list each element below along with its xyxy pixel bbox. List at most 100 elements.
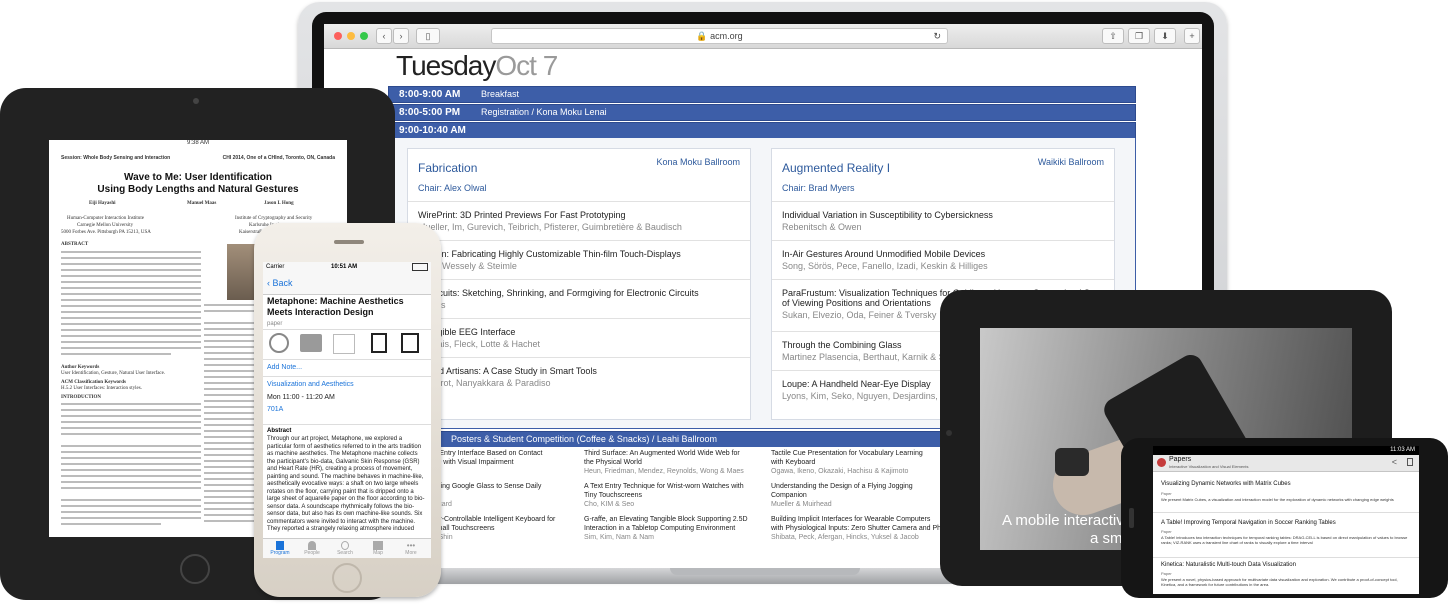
item-description: We present Matrix Cubes, a visualization… [1161, 497, 1394, 502]
minimize-window-button[interactable] [347, 32, 355, 40]
poster-title: Using Google Glass to Sense Daily [432, 483, 542, 490]
download-icon[interactable]: ⬇ [1154, 28, 1176, 44]
reload-icon[interactable]: ↻ [933, 29, 941, 43]
paper-title: Screen: Fabricating Highly Customizable … [418, 249, 681, 259]
pdf-text-line [204, 460, 259, 462]
address-bar[interactable]: 🔒 acm.org ↻ [491, 28, 948, 44]
add-note-row[interactable]: Add Note... [263, 359, 431, 377]
poster-item[interactable]: ser-Controllable Intelligent Keyboard fo… [432, 515, 572, 548]
pdf-keywords: User Identification, Gesture, Natural Us… [61, 371, 166, 376]
pdf-text-line [61, 523, 161, 525]
paper-item[interactable]: In-Air Gestures Around Unmodified Mobile… [772, 240, 1114, 279]
schedule-band-breakfast[interactable]: 8:00-9:00 AM Breakfast [388, 86, 1136, 103]
poster-title-cont: with Keyboard [771, 459, 816, 466]
pdf-text-line [204, 502, 259, 504]
list-item[interactable]: Visualizing Dynamic Networks with Matrix… [1153, 472, 1419, 513]
poster-item[interactable]: Building Implicit Interfaces for Wearabl… [771, 515, 951, 557]
poster-item[interactable]: A Text Entry Technique for Wrist-worn Wa… [584, 482, 760, 515]
tabs-icon[interactable]: ❐ [1128, 28, 1150, 44]
session-card-fabrication[interactable]: Fabrication Kona Moku Ballroom Chair: Al… [407, 148, 751, 420]
pdf-section-heading: INTRODUCTION [61, 395, 102, 400]
android-action-bar: Papers Interactive Visualization and Vis… [1153, 455, 1419, 472]
video-caption-line1: A mobile interactive [1002, 512, 1133, 529]
schedule-band-registration[interactable]: 8:00-5:00 PM Registration / Kona Moku Len… [388, 104, 1136, 121]
paper-authors: , Shikrot, Nanyakkara & Paradiso [418, 378, 551, 388]
share-icon[interactable]: ⇧ [1102, 28, 1124, 44]
ios-status-bar: Carrier 10:51 AM [263, 262, 431, 274]
carrier-label: Carrier [266, 264, 285, 270]
poster-title: Understanding the Design of a Flying Jog… [771, 483, 913, 490]
pdf-text-line [204, 418, 259, 420]
poster-item[interactable]: G-raffe, an Elevating Tangible Block Sup… [584, 515, 760, 548]
new-tab-icon[interactable]: + [1184, 28, 1200, 44]
item-type: Paper [1161, 491, 1172, 496]
app-logo-icon[interactable] [1157, 458, 1166, 467]
pdf-text-line [204, 370, 259, 372]
session-room[interactable]: Kona Moku Ballroom [656, 157, 740, 167]
poster-column: xt Entry Interface Based on Contact ble w… [432, 449, 572, 548]
paper-title: WirePrint: 3D Printed Previews For Fast … [418, 210, 626, 220]
room-link[interactable]: 701A [267, 406, 283, 413]
poster-item[interactable]: Tactile Cue Presentation for Vocabulary … [771, 449, 951, 482]
poster-authors: Sim, Kim, Nam & Nam [584, 534, 655, 541]
forward-icon[interactable]: › [393, 28, 409, 44]
sidebar-icon[interactable]: ▯ [416, 28, 440, 44]
pdf-title-line2: Using Body Lengths and Natural Gestures [97, 184, 299, 195]
paper-item[interactable]: : Tangible EEG Interface Gervais, Fleck, … [408, 318, 750, 357]
paper-item[interactable]: WirePrint: 3D Printed Previews For Fast … [408, 201, 750, 240]
paper-item[interactable]: Hybrid Artisans: A Case Study in Smart T… [408, 357, 750, 396]
paper-item[interactable]: Individual Variation in Susceptibility t… [772, 201, 1114, 240]
share-icon[interactable]: < [1392, 457, 1397, 467]
session-chair[interactable]: Chair: Brad Myers [782, 183, 855, 193]
document-icon[interactable] [371, 333, 387, 353]
lock-icon: 🔒 [696, 31, 708, 41]
pdf-affiliation: Carnegie Mellon University [77, 223, 134, 228]
schedule-band-session[interactable]: 9:00-10:40 AM [388, 122, 1136, 139]
ios-nav-bar: ‹ Back [263, 274, 431, 295]
close-window-button[interactable] [334, 32, 342, 40]
list-item[interactable]: Kinetica: Naturalistic Multi-touch Data … [1153, 558, 1419, 594]
poster-item[interactable]: Understanding the Design of a Flying Jog… [771, 482, 951, 515]
film-icon[interactable] [401, 333, 419, 353]
paper-item[interactable]: kyCircuits: Sketching, Shrinking, and Fo… [408, 279, 750, 318]
inbox-icon[interactable] [300, 334, 322, 352]
tab-search[interactable]: Search [333, 541, 357, 556]
poster-item[interactable]: xt Entry Interface Based on Contact ble w… [432, 449, 572, 482]
map-icon [373, 541, 383, 550]
add-note-link[interactable]: Add Note... [267, 364, 302, 371]
pdf-text-line [204, 508, 259, 510]
pdf-affiliation: Institute of Cryptography and Security [235, 216, 313, 221]
list-item[interactable]: A Table! Improving Temporal Navigation i… [1153, 513, 1419, 558]
back-button[interactable]: ‹ Back [267, 278, 293, 288]
tab-more[interactable]: ••• More [399, 541, 423, 556]
zoom-window-button[interactable] [360, 32, 368, 40]
best-talk-icon[interactable] [333, 334, 355, 354]
back-icon[interactable]: ‹ [376, 28, 392, 44]
pdf-text-line [61, 445, 201, 447]
poster-column: Tactile Cue Presentation for Vocabulary … [771, 449, 951, 557]
pdf-text-line [204, 346, 259, 348]
session-title[interactable]: Augmented Reality I [782, 161, 890, 175]
session-link[interactable]: Visualization and Aesthetics [267, 381, 354, 388]
poster-item[interactable]: Third Surface: An Augmented World Wide W… [584, 449, 760, 482]
session-title[interactable]: Fabrication [418, 161, 477, 175]
pdf-text-line [61, 421, 201, 423]
session-room[interactable]: Waikiki Ballroom [1038, 157, 1104, 167]
pdf-text-line [61, 451, 201, 453]
paper-item[interactable]: Screen: Fabricating Highly Customizable … [408, 240, 750, 279]
band-time: 8:00-9:00 AM [399, 89, 461, 100]
poster-title: Building Implicit Interfaces for Wearabl… [771, 516, 931, 523]
pdf-text-line [61, 427, 201, 429]
session-chair[interactable]: Chair: Alex Olwal [418, 183, 487, 193]
home-button[interactable] [180, 554, 210, 584]
home-button[interactable] [332, 563, 362, 593]
day-name: Tuesday [396, 50, 496, 81]
pdf-text-line [61, 335, 201, 337]
clock-icon[interactable] [269, 333, 289, 353]
poster-item[interactable]: Using Google Glass to Sense Daily Picard [432, 482, 572, 515]
overflow-menu-icon[interactable] [1407, 458, 1413, 466]
tab-map[interactable]: Map [366, 541, 390, 556]
tab-program[interactable]: Program [268, 541, 292, 556]
pdf-text-line [204, 442, 259, 444]
tab-people[interactable]: People [300, 541, 324, 556]
